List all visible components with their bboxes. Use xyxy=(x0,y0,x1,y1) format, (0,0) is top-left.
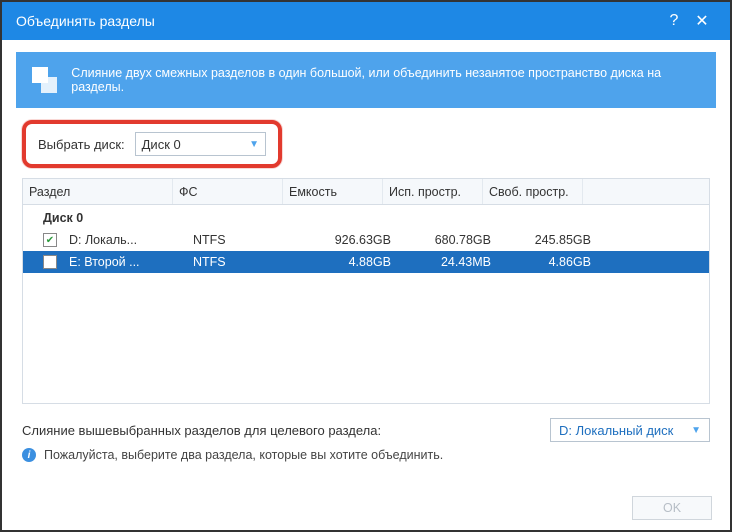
info-icon: i xyxy=(22,448,36,462)
ok-button[interactable]: OK xyxy=(632,496,712,520)
disk-select[interactable]: Диск 0 ▼ xyxy=(135,132,266,156)
chevron-down-icon: ▼ xyxy=(691,425,701,436)
hint-row: i Пожалуйста, выберите два раздела, кото… xyxy=(22,448,710,462)
close-icon[interactable]: ✕ xyxy=(688,11,716,31)
cell-name: D: Локаль... xyxy=(63,233,187,247)
target-select-value: D: Локальный диск xyxy=(559,423,673,438)
col-capacity[interactable]: Емкость xyxy=(283,179,383,204)
target-row: Слияние вышевыбранных разделов для целев… xyxy=(22,418,710,442)
table-row[interactable]: E: Второй ... NTFS 4.88GB 24.43MB 4.86GB xyxy=(23,251,709,273)
banner-text: Слияние двух смежных разделов в один бол… xyxy=(71,66,700,94)
hint-text: Пожалуйста, выберите два раздела, которы… xyxy=(44,448,443,462)
cell-cap: 4.88GB xyxy=(297,255,397,269)
disk-group-label: Диск 0 xyxy=(23,205,709,229)
cell-fs: NTFS xyxy=(187,233,297,247)
disk-select-label: Выбрать диск: xyxy=(38,137,125,152)
target-select[interactable]: D: Локальный диск ▼ xyxy=(550,418,710,442)
cell-used: 680.78GB xyxy=(397,233,497,247)
target-label: Слияние вышевыбранных разделов для целев… xyxy=(22,423,381,438)
chevron-down-icon: ▼ xyxy=(249,139,259,150)
checkbox[interactable]: ✔ xyxy=(43,233,57,247)
merge-icon xyxy=(32,67,57,93)
col-fs[interactable]: ФС xyxy=(173,179,283,204)
cell-used: 24.43MB xyxy=(397,255,497,269)
col-used[interactable]: Исп. простр. xyxy=(383,179,483,204)
window-title: Объединять разделы xyxy=(16,13,660,29)
info-banner: Слияние двух смежных разделов в один бол… xyxy=(16,52,716,108)
col-partition[interactable]: Раздел xyxy=(23,179,173,204)
cell-name: E: Второй ... xyxy=(63,255,187,269)
col-free[interactable]: Своб. простр. xyxy=(483,179,583,204)
help-icon[interactable]: ? xyxy=(660,12,688,30)
footer: OK xyxy=(632,496,712,520)
cell-fs: NTFS xyxy=(187,255,297,269)
cell-free: 4.86GB xyxy=(497,255,597,269)
disk-select-highlight: Выбрать диск: Диск 0 ▼ xyxy=(22,120,282,168)
checkbox[interactable] xyxy=(43,255,57,269)
table-row[interactable]: ✔ D: Локаль... NTFS 926.63GB 680.78GB 24… xyxy=(23,229,709,251)
cell-cap: 926.63GB xyxy=(297,233,397,247)
table-header: Раздел ФС Емкость Исп. простр. Своб. про… xyxy=(23,179,709,205)
partition-table: Раздел ФС Емкость Исп. простр. Своб. про… xyxy=(22,178,710,404)
cell-free: 245.85GB xyxy=(497,233,597,247)
disk-select-value: Диск 0 xyxy=(142,137,181,152)
titlebar: Объединять разделы ? ✕ xyxy=(2,2,730,40)
table-empty-space xyxy=(23,273,709,403)
